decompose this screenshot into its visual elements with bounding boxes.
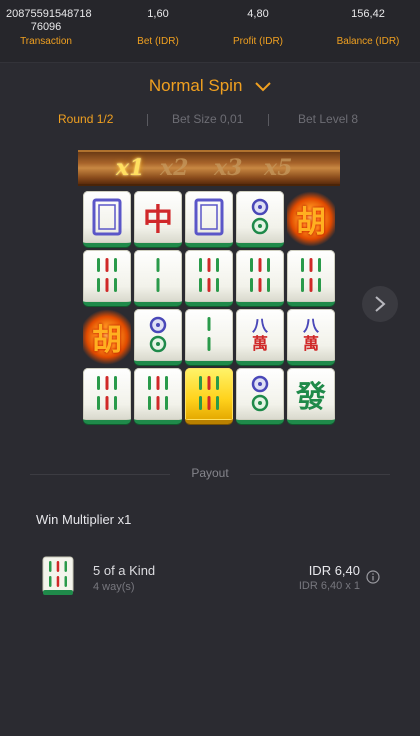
transaction-label: Transaction (20, 36, 72, 47)
multiplier-bar: x1 x2 x3 x5 (78, 150, 340, 186)
six-bamboo-icon (199, 376, 219, 410)
six-bamboo-tile (185, 250, 233, 306)
divider-line (250, 474, 390, 475)
white-dragon-icon (194, 198, 224, 236)
six-bamboo-tile (83, 250, 131, 306)
win-ways: 4 way(s) (93, 581, 135, 593)
two-dots-icon (251, 375, 269, 412)
wan-glyph: 萬 (302, 334, 319, 353)
transaction-id-line1: 20875591548718 (6, 8, 92, 20)
green-dragon-tile: 發 (287, 368, 335, 424)
profit-value: 4,80 (247, 8, 269, 20)
bet-label: Bet (IDR) (137, 36, 179, 47)
wild-glyph: 胡 (296, 205, 326, 240)
multiplier-x3: x3 (214, 155, 243, 181)
spin-type-label: Normal Spin (148, 76, 243, 95)
gold-six-bamboo-tile (185, 368, 233, 424)
win-multiplier: Win Multiplier x1 (36, 512, 132, 527)
two-bamboo-tile (185, 309, 233, 365)
two-dots-icon (149, 316, 167, 353)
green-dragon-glyph: 發 (296, 380, 326, 415)
six-bamboo-icon (148, 376, 168, 410)
bet-column: 1,60 Bet (IDR) (118, 8, 198, 49)
six-bamboo-icon (199, 258, 219, 292)
transaction-id-line2: 76096 (30, 21, 62, 33)
two-dots-tile (236, 368, 284, 424)
multiplier-x1: x1 (116, 155, 145, 181)
round-info-bar: Round 1/2 Bet Size 0,01 Bet Level 8 (0, 112, 420, 128)
two-dots-tile (236, 191, 284, 247)
chevron-down-icon (255, 77, 271, 97)
wan-glyph: 萬 (251, 334, 268, 353)
divider (268, 114, 269, 126)
eight-characters-tile: 八 萬 (287, 309, 335, 365)
multiplier-x2: x2 (160, 155, 189, 181)
two-dots-icon (251, 198, 269, 235)
two-bamboo-tile (134, 250, 182, 306)
eight-glyph: 八 (251, 316, 268, 335)
wild-tile: 胡 (83, 309, 131, 365)
round-indicator: Round 1/2 (58, 112, 114, 126)
red-dragon-glyph: 中 (143, 203, 173, 238)
eight-glyph: 八 (302, 316, 319, 335)
multiplier-x5: x5 (264, 155, 293, 181)
six-bamboo-icon (97, 376, 117, 410)
eight-characters-tile: 八 萬 (236, 309, 284, 365)
two-dots-tile (134, 309, 182, 365)
six-bamboo-tile (236, 250, 284, 306)
info-icon[interactable] (366, 570, 380, 584)
six-bamboo-icon (250, 258, 270, 292)
divider (147, 114, 148, 126)
six-bamboo-tile (83, 368, 131, 424)
transaction-header: 20875591548718 76096 Transaction 1,60 Be… (0, 0, 420, 63)
wild-glyph: 胡 (92, 323, 122, 358)
white-dragon-tile (83, 191, 131, 247)
two-bamboo-icon (156, 258, 160, 292)
bet-level: Bet Level 8 (298, 112, 359, 126)
next-page-button[interactable] (362, 286, 398, 322)
win-amount: IDR 6,40 (308, 563, 360, 578)
red-dragon-tile: 中 (134, 191, 182, 247)
two-bamboo-icon (207, 317, 211, 351)
white-dragon-tile (185, 191, 233, 247)
balance-column: 156,42 Balance (IDR) (318, 8, 418, 49)
chevron-right-icon (375, 296, 386, 312)
payout-divider: Payout (0, 466, 420, 482)
six-bamboo-icon (97, 258, 117, 292)
win-kind: 5 of a Kind (93, 563, 156, 578)
payout-label: Payout (191, 466, 229, 480)
profit-label: Profit (IDR) (233, 36, 283, 47)
bet-size: Bet Size 0,01 (172, 112, 244, 126)
white-dragon-icon (92, 198, 122, 236)
balance-value: 156,42 (351, 8, 385, 20)
balance-label: Balance (IDR) (336, 36, 400, 47)
win-calculation: IDR 6,40 x 1 (298, 580, 360, 592)
six-bamboo-icon (301, 258, 321, 292)
bet-value: 1,60 (147, 8, 169, 20)
six-bamboo-tile (287, 250, 335, 306)
wild-tile: 胡 (287, 191, 335, 247)
transaction-column: 20875591548718 76096 Transaction (6, 8, 92, 49)
six-bamboo-tile (134, 368, 182, 424)
spin-type-dropdown[interactable]: Normal Spin (0, 76, 420, 97)
profit-column: 4,80 Profit (IDR) (218, 8, 298, 49)
winning-symbol-icon (42, 556, 74, 596)
reel-grid: 中 胡 胡 八 萬 八 萬 發 (83, 191, 335, 427)
